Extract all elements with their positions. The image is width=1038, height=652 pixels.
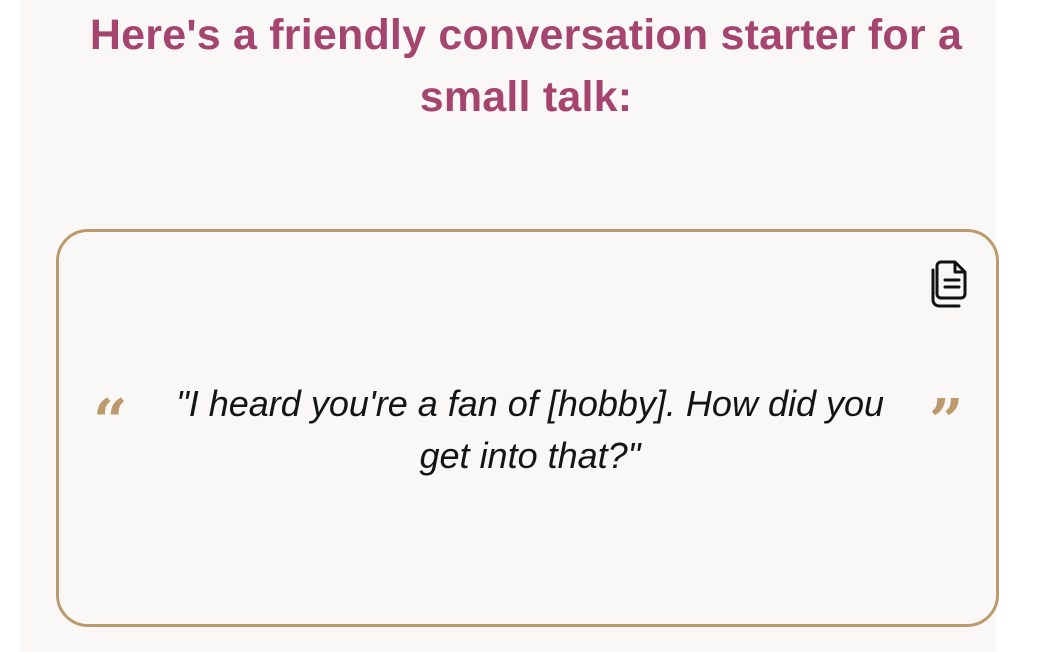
copy-icon: [925, 258, 969, 310]
copy-button[interactable]: [925, 258, 969, 310]
open-quote-mark: “: [93, 387, 128, 457]
quote-card: “ "I heard you're a fan of [hobby]. How …: [56, 229, 999, 627]
page-title: Here's a friendly conversation starter f…: [89, 11, 963, 121]
content-panel: Here's a friendly conversation starter f…: [20, 0, 999, 652]
conversation-starter-text: "I heard you're a fan of [hobby]. How di…: [175, 383, 885, 476]
close-quote-mark: ”: [929, 387, 964, 457]
